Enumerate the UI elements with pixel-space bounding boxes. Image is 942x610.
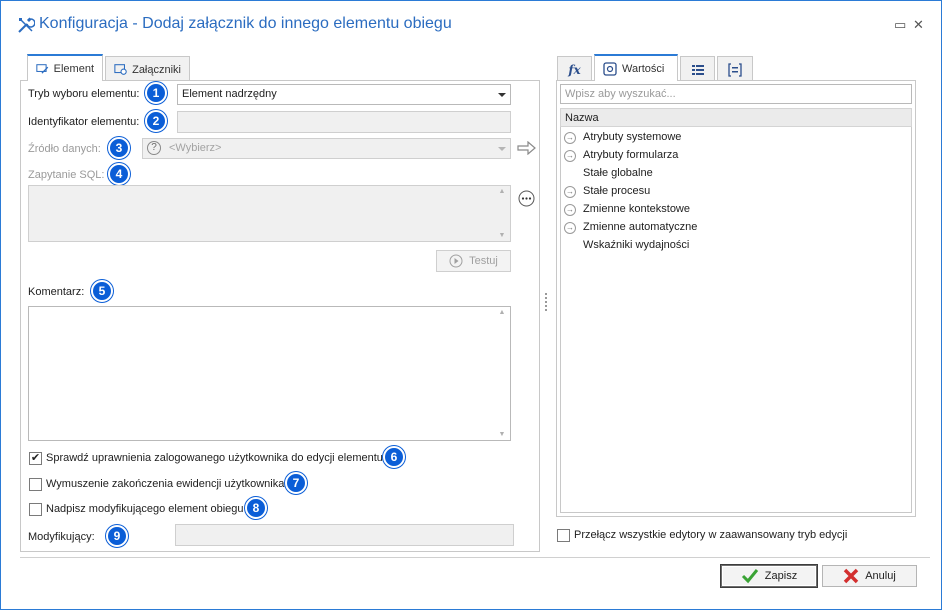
chevron-down-icon (498, 147, 506, 151)
tryb-select-value: Element nadrzędny (182, 88, 277, 100)
window-title: Konfiguracja - Dodaj załącznik do innego… (39, 15, 452, 32)
zapytanie-label: Zapytanie SQL: (28, 169, 105, 181)
tools-icon (18, 17, 35, 33)
advanced-mode-checkbox[interactable] (557, 529, 570, 542)
checkmark-icon (741, 569, 758, 584)
expand-arrow-icon[interactable]: → (564, 186, 576, 198)
tree-item[interactable]: Zmienne automatyczne (583, 221, 697, 233)
column-header-nazwa[interactable]: Nazwa (560, 108, 912, 127)
bracket-list-icon (728, 62, 742, 77)
callout-badge-1: 1 (145, 82, 167, 104)
callout-badge-9: 9 (106, 525, 128, 547)
tab-list[interactable] (680, 56, 715, 82)
identyfikator-field[interactable] (177, 111, 511, 133)
zrodlo-select-value: <Wybierz> (169, 142, 222, 154)
attachments-icon (114, 64, 127, 75)
tryb-label: Tryb wyboru elementu: (28, 88, 140, 100)
zrodlo-select[interactable]: ? <Wybierz> (142, 138, 511, 159)
cancel-label: Anuluj (865, 570, 896, 582)
chevron-down-icon (498, 93, 506, 97)
callout-badge-5: 5 (91, 280, 113, 302)
save-label: Zapisz (764, 570, 798, 582)
check-icon: ✔ (30, 452, 41, 464)
callout-badge-6: 6 (383, 446, 405, 468)
uprawnienia-checkbox[interactable]: ✔ (29, 452, 42, 465)
element-form-icon (36, 64, 49, 74)
tab-wartosci-label: Wartości (622, 62, 665, 75)
scrollbar[interactable]: ▲ ▼ (494, 186, 510, 241)
komentarz-textarea[interactable]: ▲ ▼ (28, 306, 511, 441)
expand-arrow-icon[interactable]: → (564, 204, 576, 216)
splitter-handle[interactable] (545, 293, 547, 311)
maximize-button[interactable]: ▭ (894, 18, 906, 32)
modyfikujacy-label: Modyfikujący: (28, 531, 95, 543)
save-button[interactable]: Zapisz (721, 565, 817, 587)
cancel-icon (843, 568, 859, 584)
tab-attachments-label: Załączniki (132, 63, 181, 76)
expand-arrow-icon[interactable]: → (564, 132, 576, 144)
arrow-right-icon[interactable] (517, 141, 537, 155)
function-icon: fx (568, 62, 581, 77)
callout-badge-7: 7 (285, 472, 307, 494)
callout-badge-8: 8 (245, 497, 267, 519)
modyfikujacy-field[interactable] (175, 524, 514, 546)
uprawnienia-label: Sprawdź uprawnienia zalogowanego użytkow… (46, 452, 383, 464)
komentarz-label: Komentarz: (28, 286, 85, 298)
tab-element-label: Element (53, 62, 94, 75)
tree-item[interactable]: Wskaźniki wydajności (583, 239, 689, 251)
tree-item[interactable]: Atrybuty systemowe (583, 131, 681, 143)
wymuszenie-checkbox[interactable] (29, 478, 42, 491)
tab-bracket-list[interactable] (717, 56, 753, 82)
testuj-label: Testuj (469, 255, 498, 267)
expand-arrow-icon[interactable]: → (564, 222, 576, 234)
sql-textarea[interactable]: ▲ ▼ (28, 185, 511, 242)
play-icon (449, 254, 463, 268)
list-icon (691, 64, 704, 75)
tab-element[interactable]: Element (27, 54, 103, 81)
tab-functions[interactable]: fx (557, 56, 592, 82)
tree-item[interactable]: Zmienne kontekstowe (583, 203, 690, 215)
search-input[interactable]: Wpisz aby wyszukać... (560, 84, 912, 104)
nadpisz-label: Nadpisz modyfikującego element obiegu (46, 503, 244, 515)
footer-divider (20, 557, 930, 558)
tree-item[interactable]: Stałe globalne (583, 167, 653, 179)
callout-badge-3: 3 (108, 137, 130, 159)
tree-item[interactable]: Atrybuty formularza (583, 149, 678, 161)
testuj-button[interactable]: Testuj (436, 250, 511, 272)
tree-item[interactable]: Stałe procesu (583, 185, 650, 197)
tab-attachments[interactable]: Załączniki (105, 56, 190, 82)
more-options-icon[interactable] (518, 190, 535, 207)
expand-arrow-icon[interactable]: → (564, 150, 576, 162)
cancel-button[interactable]: Anuluj (822, 565, 917, 587)
advanced-mode-label: Przełącz wszystkie edytory w zaawansowan… (574, 529, 848, 541)
identyfikator-label: Identyfikator elementu: (28, 116, 140, 128)
close-button[interactable]: ✕ (913, 18, 924, 32)
tab-wartosci[interactable]: Wartości (594, 54, 678, 81)
callout-badge-2: 2 (145, 110, 167, 132)
help-icon: ? (147, 141, 161, 155)
values-icon (603, 61, 617, 76)
wymuszenie-label: Wymuszenie zakończenia ewidencji użytkow… (46, 478, 285, 490)
callout-badge-4: 4 (108, 163, 130, 185)
nadpisz-checkbox[interactable] (29, 503, 42, 516)
tryb-select[interactable]: Element nadrzędny (177, 84, 511, 105)
scrollbar[interactable]: ▲ ▼ (494, 307, 510, 440)
zrodlo-label: Źródło danych: (28, 143, 101, 155)
